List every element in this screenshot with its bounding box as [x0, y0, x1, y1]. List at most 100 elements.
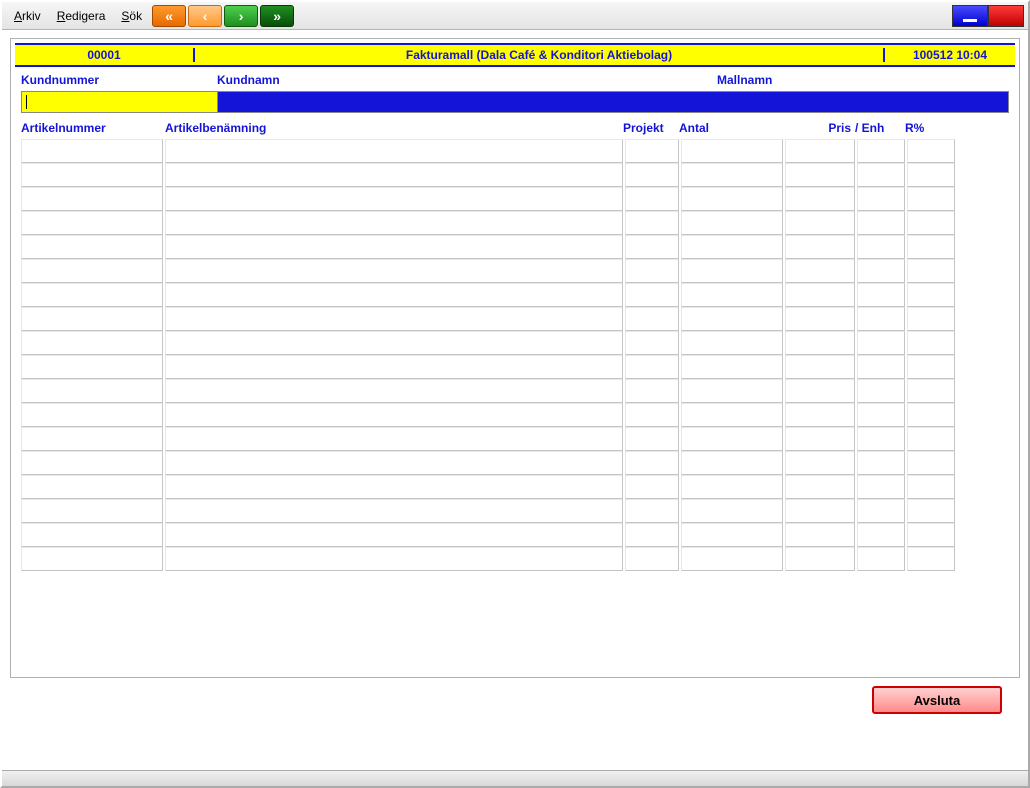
- table-cell[interactable]: [857, 547, 905, 571]
- table-cell[interactable]: [785, 283, 855, 307]
- table-cell[interactable]: [681, 283, 783, 307]
- table-cell[interactable]: [681, 331, 783, 355]
- table-cell[interactable]: [907, 403, 955, 427]
- table-cell[interactable]: [21, 379, 163, 403]
- table-row[interactable]: [21, 211, 1009, 235]
- table-row[interactable]: [21, 427, 1009, 451]
- table-row[interactable]: [21, 163, 1009, 187]
- table-cell[interactable]: [785, 355, 855, 379]
- table-cell[interactable]: [907, 259, 955, 283]
- table-cell[interactable]: [625, 331, 679, 355]
- table-cell[interactable]: [625, 211, 679, 235]
- table-cell[interactable]: [857, 451, 905, 475]
- nav-prev-button[interactable]: ‹: [188, 5, 222, 27]
- table-cell[interactable]: [625, 451, 679, 475]
- table-cell[interactable]: [681, 235, 783, 259]
- menu-redigera[interactable]: Redigera: [49, 6, 114, 26]
- table-cell[interactable]: [857, 403, 905, 427]
- table-cell[interactable]: [625, 403, 679, 427]
- table-cell[interactable]: [21, 523, 163, 547]
- table-cell[interactable]: [681, 499, 783, 523]
- table-cell[interactable]: [785, 379, 855, 403]
- table-cell[interactable]: [21, 259, 163, 283]
- table-cell[interactable]: [681, 379, 783, 403]
- table-cell[interactable]: [21, 499, 163, 523]
- table-cell[interactable]: [21, 475, 163, 499]
- table-cell[interactable]: [21, 547, 163, 571]
- table-cell[interactable]: [681, 427, 783, 451]
- table-cell[interactable]: [907, 187, 955, 211]
- nav-next-button[interactable]: ›: [224, 5, 258, 27]
- table-cell[interactable]: [625, 283, 679, 307]
- table-cell[interactable]: [681, 355, 783, 379]
- table-cell[interactable]: [165, 211, 623, 235]
- table-row[interactable]: [21, 259, 1009, 283]
- table-cell[interactable]: [857, 307, 905, 331]
- table-cell[interactable]: [165, 379, 623, 403]
- table-cell[interactable]: [907, 523, 955, 547]
- table-cell[interactable]: [625, 163, 679, 187]
- menu-arkiv[interactable]: Arkiv: [6, 6, 49, 26]
- table-row[interactable]: [21, 187, 1009, 211]
- table-cell[interactable]: [165, 259, 623, 283]
- table-cell[interactable]: [165, 427, 623, 451]
- table-cell[interactable]: [625, 523, 679, 547]
- table-cell[interactable]: [625, 259, 679, 283]
- table-cell[interactable]: [681, 211, 783, 235]
- table-cell[interactable]: [625, 355, 679, 379]
- table-cell[interactable]: [165, 451, 623, 475]
- table-cell[interactable]: [785, 259, 855, 283]
- table-cell[interactable]: [625, 139, 679, 163]
- table-row[interactable]: [21, 523, 1009, 547]
- table-cell[interactable]: [625, 307, 679, 331]
- table-row[interactable]: [21, 355, 1009, 379]
- avsluta-button[interactable]: Avsluta: [872, 686, 1002, 714]
- table-row[interactable]: [21, 283, 1009, 307]
- table-cell[interactable]: [681, 139, 783, 163]
- table-cell[interactable]: [785, 187, 855, 211]
- table-row[interactable]: [21, 547, 1009, 571]
- table-cell[interactable]: [625, 187, 679, 211]
- table-cell[interactable]: [785, 331, 855, 355]
- table-row[interactable]: [21, 451, 1009, 475]
- table-cell[interactable]: [785, 427, 855, 451]
- table-cell[interactable]: [785, 211, 855, 235]
- table-cell[interactable]: [21, 187, 163, 211]
- table-row[interactable]: [21, 139, 1009, 163]
- table-cell[interactable]: [21, 235, 163, 259]
- table-row[interactable]: [21, 475, 1009, 499]
- table-cell[interactable]: [785, 139, 855, 163]
- table-row[interactable]: [21, 331, 1009, 355]
- table-row[interactable]: [21, 403, 1009, 427]
- table-cell[interactable]: [21, 211, 163, 235]
- table-cell[interactable]: [681, 475, 783, 499]
- table-cell[interactable]: [785, 451, 855, 475]
- table-cell[interactable]: [857, 283, 905, 307]
- table-cell[interactable]: [21, 403, 163, 427]
- table-cell[interactable]: [857, 499, 905, 523]
- table-cell[interactable]: [907, 211, 955, 235]
- input-kundnummer[interactable]: [22, 92, 218, 112]
- table-cell[interactable]: [21, 355, 163, 379]
- table-cell[interactable]: [785, 475, 855, 499]
- table-cell[interactable]: [681, 523, 783, 547]
- minimize-button[interactable]: [952, 5, 988, 27]
- table-cell[interactable]: [625, 235, 679, 259]
- table-cell[interactable]: [681, 451, 783, 475]
- table-cell[interactable]: [681, 403, 783, 427]
- table-cell[interactable]: [21, 427, 163, 451]
- table-cell[interactable]: [785, 499, 855, 523]
- table-row[interactable]: [21, 499, 1009, 523]
- table-cell[interactable]: [165, 307, 623, 331]
- table-cell[interactable]: [681, 259, 783, 283]
- table-cell[interactable]: [165, 235, 623, 259]
- table-cell[interactable]: [907, 379, 955, 403]
- table-cell[interactable]: [857, 139, 905, 163]
- table-cell[interactable]: [857, 331, 905, 355]
- table-cell[interactable]: [857, 523, 905, 547]
- table-cell[interactable]: [165, 187, 623, 211]
- table-cell[interactable]: [681, 163, 783, 187]
- table-cell[interactable]: [857, 355, 905, 379]
- table-cell[interactable]: [681, 187, 783, 211]
- table-cell[interactable]: [907, 451, 955, 475]
